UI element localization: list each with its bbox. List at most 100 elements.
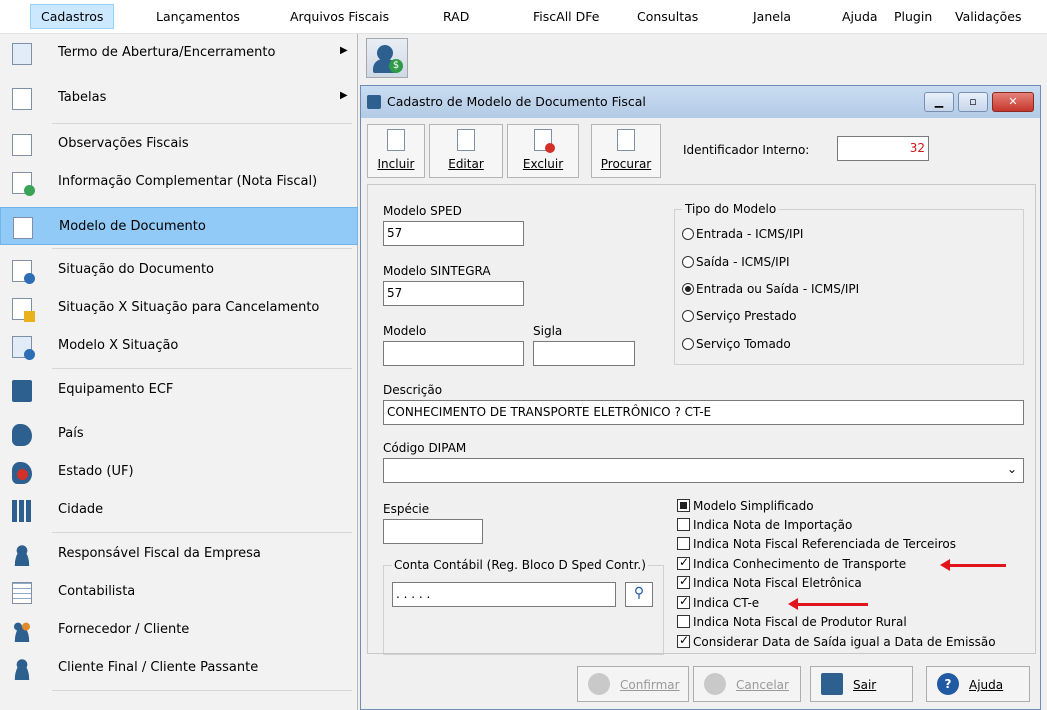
document-search-icon [12,134,32,156]
menu-cadastros[interactable]: Cadastros [30,4,115,29]
modelo-sped-field[interactable]: 57 [383,221,524,246]
city-icon [12,500,32,522]
search-button[interactable]: ⚲ [625,582,653,607]
especie-field[interactable] [383,519,483,544]
book-icon [12,43,32,65]
check-nf-eletronica[interactable]: Indica Nota Fiscal Eletrônica [677,574,862,590]
check-cte[interactable]: Indica CT-e [677,594,759,610]
exit-icon [821,673,843,695]
check-nota-importacao[interactable]: Indica Nota de Importação [677,518,852,532]
close-button[interactable]: ✕ [992,92,1034,112]
check-conhecimento-transporte[interactable]: Indica Conhecimento de Transporte [677,555,906,571]
menu-item-situacao-documento[interactable]: Situação do Documento [0,251,358,289]
menu-item-label: Fornecedor / Cliente [58,622,190,637]
incluir-button[interactable]: Incluir [367,124,425,178]
modelo-sintegra-field[interactable]: 57 [383,281,524,306]
menu-bar: Cadastros Lançamentos Arquivos Fiscais R… [0,0,1047,34]
excluir-button[interactable]: Excluir [507,124,579,178]
menu-item-fornecedor[interactable]: Fornecedor / Cliente [0,611,358,649]
radio-servico-tomado[interactable]: Serviço Tomado [682,337,791,351]
menu-item-observacoes[interactable]: Observações Fiscais [0,125,358,163]
sigla-field[interactable] [533,341,635,366]
menu-janela[interactable]: Janela [753,9,791,24]
menu-item-estado[interactable]: Estado (UF) [0,453,358,491]
menu-rad[interactable]: RAD [443,9,469,24]
document-info-icon [12,260,35,284]
editar-label: Editar [448,157,484,171]
group-icon [12,620,32,642]
menu-item-modelo-documento[interactable]: Modelo de Documento [0,207,358,245]
identificador-field[interactable]: 32 [837,136,929,161]
menu-item-cliente-final[interactable]: Cliente Final / Cliente Passante [0,649,358,687]
red-arrow-annotation [788,598,868,610]
editar-button[interactable]: Editar [429,124,503,178]
menu-item-cidade[interactable]: Cidade [0,491,358,529]
conta-label: Conta Contábil (Reg. Bloco D Sped Contr.… [392,558,648,572]
radio-entrada-saida[interactable]: Entrada ou Saída - ICMS/IPI [682,282,859,296]
menu-item-modelo-situacao[interactable]: Modelo X Situação [0,327,358,365]
menu-fiscall-dfe[interactable]: FiscAll DFe [533,9,599,24]
menu-plugin[interactable]: Plugin [894,9,932,24]
radio-servico-prestado[interactable]: Serviço Prestado [682,309,796,323]
menu-item-equipamento-ecf[interactable]: Equipamento ECF [0,371,358,409]
check-nf-referenciada[interactable]: Indica Nota Fiscal Referenciada de Terce… [677,537,956,551]
modelo-sintegra-label: Modelo SINTEGRA [383,264,491,278]
document-add-icon [12,172,35,196]
search-document-icon [617,129,635,151]
modelo-sped-label: Modelo SPED [383,204,462,218]
menu-item-pais[interactable]: País [0,415,358,453]
check-produtor-rural[interactable]: Indica Nota Fiscal de Produtor Rural [677,615,907,629]
menu-item-label: Cidade [58,502,104,517]
menu-ajuda[interactable]: Ajuda [842,9,878,24]
menu-item-label: Responsável Fiscal da Empresa [58,546,261,561]
modelo-label: Modelo [383,324,427,338]
country-map-icon [12,424,32,446]
check-modelo-simplificado[interactable]: Modelo Simplificado [677,499,814,513]
cancel-icon [704,673,726,695]
red-arrow-annotation [940,559,1006,571]
menu-item-tabelas[interactable]: Tabelas ▶ [0,79,358,117]
procurar-button[interactable]: Procurar [591,124,661,178]
help-icon: ? [937,673,959,695]
building-icon [367,95,381,109]
menu-item-responsavel[interactable]: Responsável Fiscal da Empresa [0,535,358,573]
cancelar-button[interactable]: Cancelar [693,666,801,702]
menu-validacoes[interactable]: Validações [955,9,1022,24]
identificador-label: Identificador Interno: [683,143,810,157]
menu-item-contabilista[interactable]: Contabilista [0,573,358,611]
dialog-titlebar[interactable]: Cadastro de Modelo de Documento Fiscal ▁… [361,86,1040,118]
menu-arquivos-fiscais[interactable]: Arquivos Fiscais [290,9,389,24]
menu-item-label: Termo de Abertura/Encerramento [58,45,276,60]
radio-entrada[interactable]: Entrada - ICMS/IPI [682,227,803,241]
state-map-icon [12,462,32,484]
menu-item-label: Modelo de Documento [59,219,206,234]
radio-saida[interactable]: Saída - ICMS/IPI [682,255,789,269]
maximize-button[interactable]: ▫ [958,92,988,112]
fiscal-user-icon[interactable]: $ [366,38,408,78]
check-data-saida[interactable]: Considerar Data de Saída igual a Data de… [677,633,996,649]
minimize-button[interactable]: ▁ [924,92,954,112]
conta-field[interactable]: . . . . . [392,582,616,607]
menu-lancamentos[interactable]: Lançamentos [156,9,240,24]
menu-item-info-complementar[interactable]: Informação Complementar (Nota Fiscal) [0,163,358,201]
incluir-label: Incluir [377,157,415,171]
menu-separator [52,123,352,124]
dipam-select[interactable]: ⌄ [383,458,1024,483]
sair-label: Sair [853,678,877,692]
menu-item-situacao-cancelamento[interactable]: Situação X Situação para Cancelamento [0,289,358,327]
modelo-field[interactable] [383,341,524,366]
new-document-icon [387,129,405,151]
menu-consultas[interactable]: Consultas [637,9,698,24]
ajuda-button[interactable]: ? Ajuda [926,666,1030,702]
sair-button[interactable]: Sair [810,666,913,702]
excluir-label: Excluir [522,157,564,171]
printer-icon [12,380,32,402]
descricao-field[interactable]: CONHECIMENTO DE TRANSPORTE ELETRÔNICO ? … [383,400,1024,425]
confirmar-button[interactable]: Confirmar [577,666,689,702]
menu-item-termo[interactable]: Termo de Abertura/Encerramento ▶ [0,34,358,72]
menu-item-label: Situação X Situação para Cancelamento [58,300,320,315]
conta-group [383,565,664,655]
menu-item-label: País [58,426,84,441]
tipo-modelo-label: Tipo do Modelo [682,202,780,216]
edit-document-icon [457,129,475,151]
